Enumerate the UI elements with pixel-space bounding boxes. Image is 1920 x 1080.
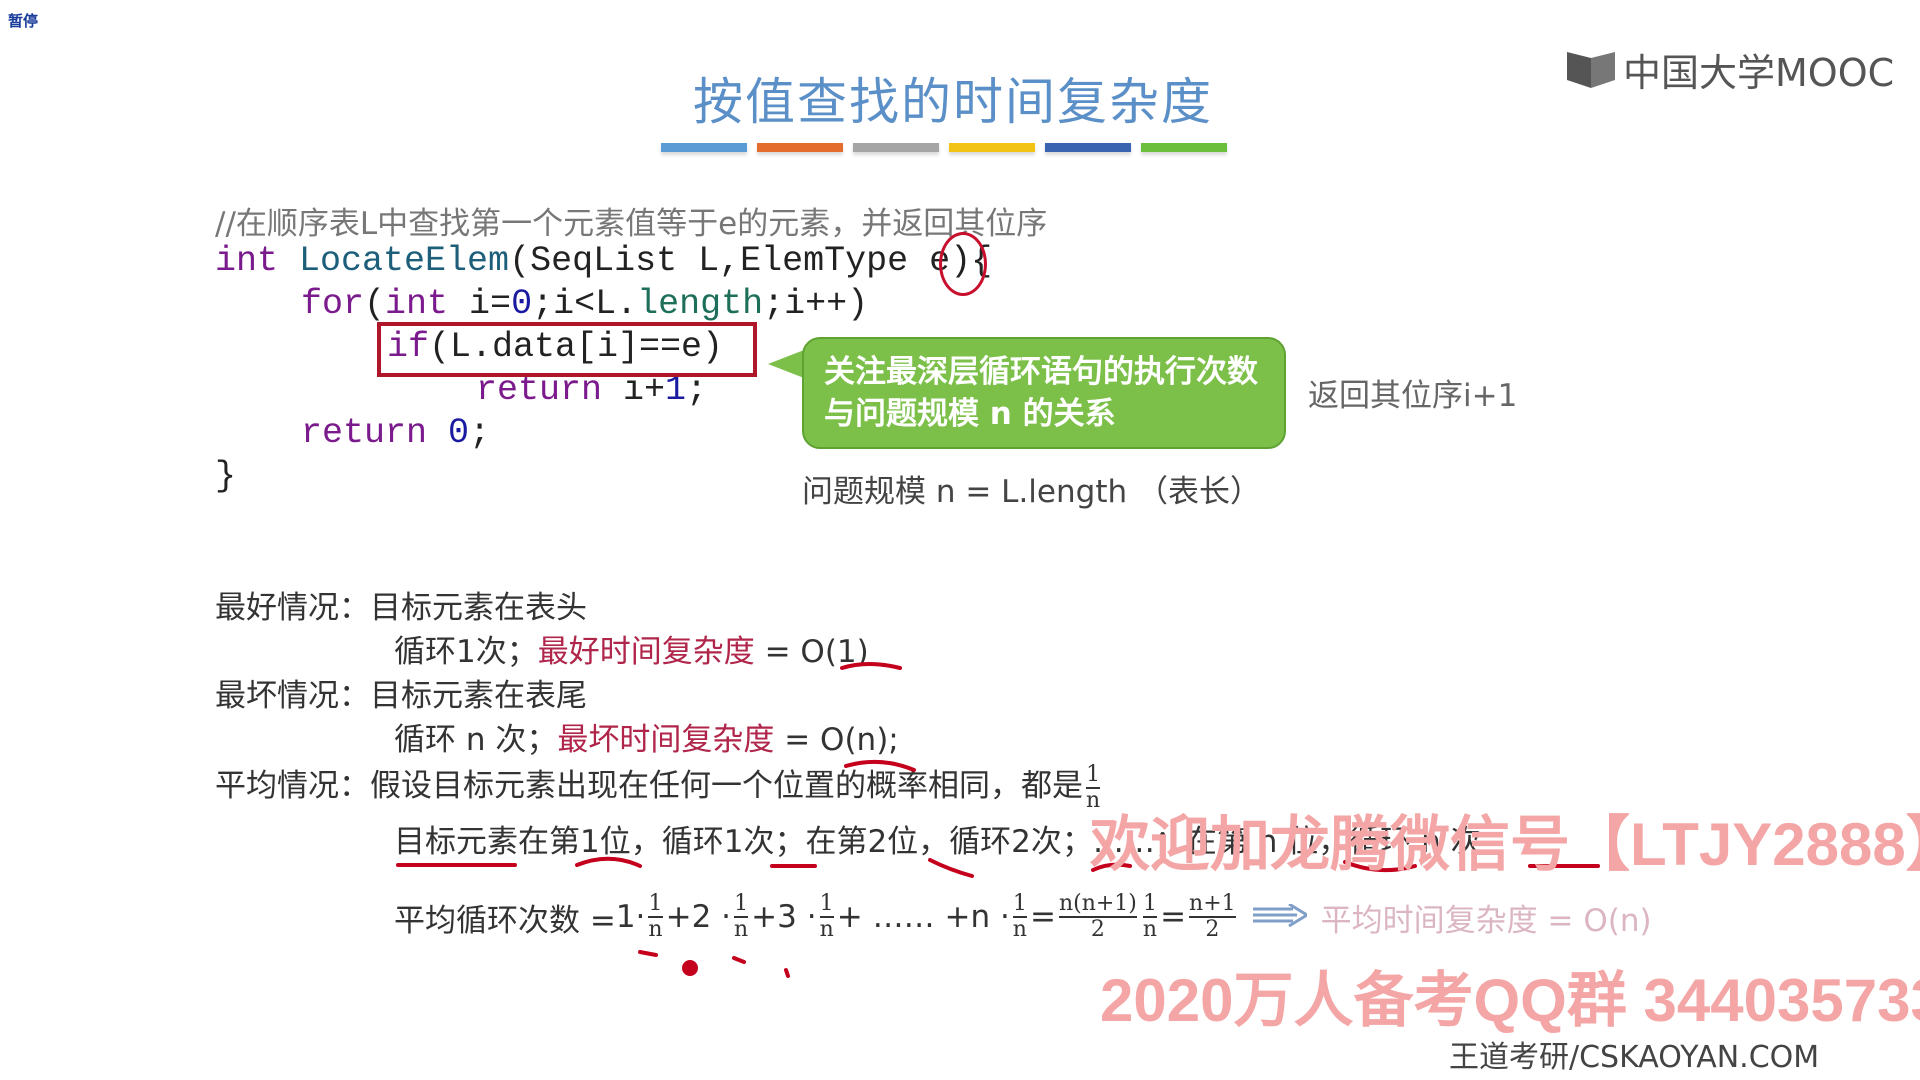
watermark-qq: 2020万人备考QQ群 344035733	[1100, 967, 1920, 1034]
dot-mark	[638, 950, 658, 957]
dot-mark	[732, 956, 746, 964]
watermark-wechat: 欢迎加龙腾微信号【LTJY2888】	[1090, 811, 1920, 878]
underline-mark	[575, 856, 642, 868]
dot-mark	[682, 960, 698, 976]
footer-brand: 王道考研/CSKAOYAN.COM	[1449, 1040, 1820, 1075]
underline-mark	[844, 759, 916, 772]
dot-mark	[784, 968, 790, 978]
underline-mark	[928, 858, 974, 878]
handwritten-annotations	[396, 662, 1600, 978]
underline-mark	[840, 662, 902, 670]
